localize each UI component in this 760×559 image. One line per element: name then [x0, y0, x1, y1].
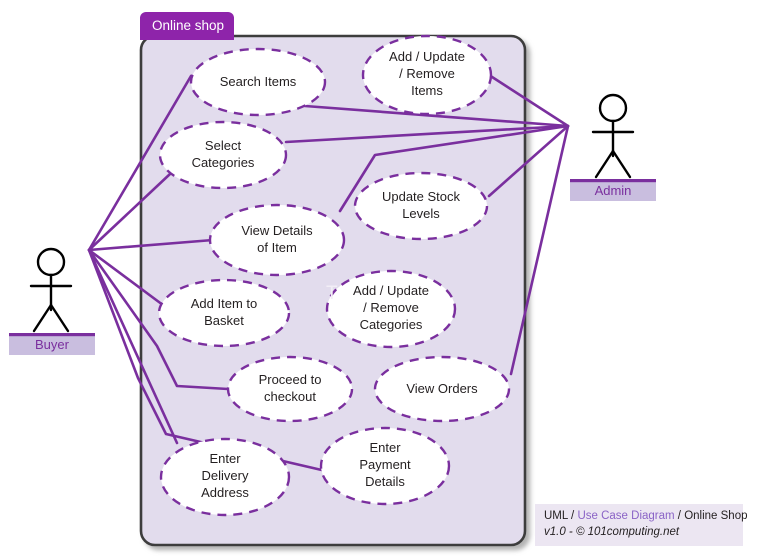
diagram-vector-layer — [9, 12, 743, 547]
legend-version-credit: v1.0 - © 101computing.net — [544, 526, 680, 538]
legend-line-1: UML / Use Case Diagram / Online Shop — [544, 510, 748, 522]
admin-head-icon — [598, 93, 628, 123]
legend-suffix: / Online Shop — [674, 510, 748, 522]
ellipse-enter-delivery-address — [159, 437, 291, 517]
ellipse-search-items — [189, 47, 327, 117]
background-artifact-glyph: T — [326, 283, 338, 304]
ellipse-add-item-to-basket — [157, 278, 291, 348]
ellipse-view-orders — [373, 355, 511, 423]
buyer-head-icon — [36, 247, 66, 277]
boundary-title: Online shop — [152, 18, 225, 33]
actor-buyer-figure — [29, 247, 73, 333]
use-case-diagram-canvas: Online shop Search Items Add / Update / R… — [0, 0, 760, 559]
ellipse-add-update-remove-items — [361, 34, 493, 116]
legend-accent: Use Case Diagram — [577, 510, 675, 522]
ellipse-add-update-remove-categories — [325, 269, 457, 349]
ellipse-view-details-of-item — [208, 203, 346, 277]
ellipse-select-categories — [158, 120, 288, 190]
ellipse-enter-payment-details — [319, 426, 451, 506]
legend-prefix: UML / — [544, 510, 578, 522]
actor-label-admin: Admin — [594, 183, 632, 198]
actor-label-buyer: Buyer — [35, 337, 69, 352]
actor-admin-figure — [591, 93, 635, 179]
legend-line-2: v1.0 - © 101computing.net — [544, 526, 679, 538]
ellipse-proceed-to-checkout — [226, 355, 354, 423]
ellipse-update-stock-levels — [353, 171, 489, 241]
